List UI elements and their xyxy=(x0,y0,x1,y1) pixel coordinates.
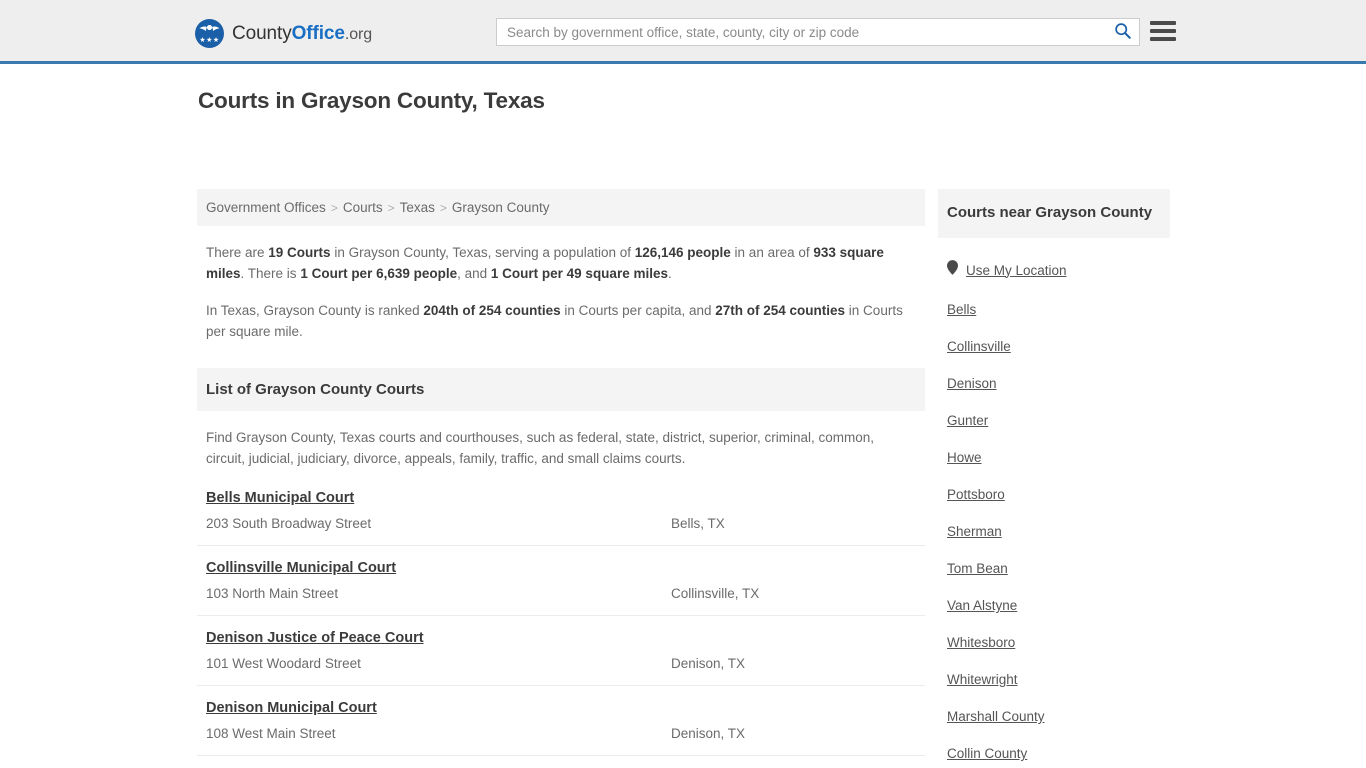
court-list-item: Grayson County Court100 West Houston Str… xyxy=(197,756,925,768)
court-city: Denison, TX xyxy=(671,656,746,671)
intro-paragraph-2: In Texas, Grayson County is ranked 204th… xyxy=(206,303,903,339)
sidebar-item-tom-bean[interactable]: Tom Bean xyxy=(947,539,1161,576)
main-content-column: Government Offices > Courts > Texas > Grayson … xyxy=(197,189,925,768)
sidebar-link-label: Van Alstyne xyxy=(947,598,1018,613)
sidebar-link-label: Gunter xyxy=(947,413,989,428)
stars-icon: ★★★ xyxy=(199,37,220,44)
sidebar-link-label: Bells xyxy=(947,302,977,317)
sidebar-item-collin-county[interactable]: Collin County xyxy=(947,724,1161,761)
sidebar-item-marshall-county[interactable]: Marshall County xyxy=(947,687,1161,724)
sidebar-link-label: Whitesboro xyxy=(947,635,1016,650)
sidebar-item-whitewright[interactable]: Whitewright xyxy=(947,650,1161,687)
site-header: ★★★ CountyOffice.org xyxy=(0,0,1366,64)
court-city: Collinsville, TX xyxy=(671,586,760,601)
map-pin-icon xyxy=(947,260,958,280)
logo-org: .org xyxy=(344,25,373,43)
sidebar-link-label: Collinsville xyxy=(947,339,1011,354)
court-meta: 101 West Woodard Street Denison, TX xyxy=(206,654,916,673)
sidebar-link-label: Denison xyxy=(947,376,997,391)
breadcrumb-item-grayson-county[interactable]: Grayson County xyxy=(452,200,550,215)
court-list-item: Denison Municipal Court 108 West Main Str… xyxy=(197,686,925,756)
court-address: 203 South Broadway Street xyxy=(206,516,372,531)
list-section-description: Find Grayson County, Texas courts and co… xyxy=(206,430,875,466)
page-title: Courts in Grayson County, Texas xyxy=(198,88,545,113)
court-name-link[interactable]: Collinsville Municipal Court xyxy=(206,560,396,576)
breadcrumb-separator: > xyxy=(439,201,447,215)
breadcrumb: Government Offices > Courts > Texas > Grayson … xyxy=(197,189,925,226)
sidebar-item-gunter[interactable]: Gunter xyxy=(947,391,1161,428)
sidebar-link-label: Pottsboro xyxy=(947,487,1005,502)
sidebar-links: Use My Location Bells Collinsville Denison… xyxy=(938,238,1170,768)
logo-office: Office xyxy=(291,22,345,44)
court-city: Bells, TX xyxy=(671,516,725,531)
breadcrumb-item-texas[interactable]: Texas xyxy=(400,200,435,215)
sidebar-item-pottsboro[interactable]: Pottsboro xyxy=(947,465,1161,502)
list-section-heading: List of Grayson County Courts xyxy=(197,368,925,411)
hamburger-menu-icon[interactable] xyxy=(1150,18,1176,44)
breadcrumb-separator: > xyxy=(330,201,338,215)
court-address: 103 North Main Street xyxy=(206,586,339,601)
sidebar-item-bells[interactable]: Bells xyxy=(947,280,1161,317)
court-list: Bells Municipal Court 203 South Broadway … xyxy=(197,489,925,768)
logo-wordmark: CountyOffice.org xyxy=(232,23,372,45)
eagle-seal-icon: ★★★ xyxy=(195,19,224,48)
menu-bar-1 xyxy=(1150,21,1176,25)
menu-bar-3 xyxy=(1150,37,1176,41)
sidebar-link-label: Whitewright xyxy=(947,672,1018,687)
court-city: Denison, TX xyxy=(671,726,746,741)
sidebar-link-label: Howe xyxy=(947,450,982,465)
intro-stats: There are 19 Courts in Grayson County, T… xyxy=(197,242,925,342)
sidebar-link-label: Collin County xyxy=(947,746,1028,761)
use-my-location-label: Use My Location xyxy=(966,262,1067,278)
court-meta: 108 West Main Street Denison, TX xyxy=(206,724,916,743)
breadcrumb-item-government-offices[interactable]: Government Offices xyxy=(206,200,326,215)
court-list-item: Bells Municipal Court 203 South Broadway … xyxy=(197,489,925,546)
sidebar-item-sherman[interactable]: Sherman xyxy=(947,502,1161,539)
logo-county: County xyxy=(232,22,292,44)
court-list-item: Collinsville Municipal Court 103 North Ma… xyxy=(197,546,925,616)
breadcrumb-separator: > xyxy=(387,201,395,215)
sidebar-item-use-my-location[interactable]: Use My Location xyxy=(947,238,1161,280)
court-address: 108 West Main Street xyxy=(206,726,336,741)
sidebar-heading: Courts near Grayson County xyxy=(938,189,1170,238)
court-name-link[interactable]: Denison Justice of Peace Court xyxy=(206,630,424,646)
intro-paragraph-1: There are 19 Courts in Grayson County, T… xyxy=(206,245,884,281)
sidebar: Courts near Grayson County Use My Locati… xyxy=(938,189,1170,768)
court-name-link[interactable]: Denison Municipal Court xyxy=(206,700,377,716)
court-name-link[interactable]: Bells Municipal Court xyxy=(206,490,354,506)
court-list-item: Denison Justice of Peace Court 101 West W… xyxy=(197,616,925,686)
sidebar-item-denison[interactable]: Denison xyxy=(947,354,1161,391)
sidebar-link-label: Sherman xyxy=(947,524,1002,539)
sidebar-item-van-alstyne[interactable]: Van Alstyne xyxy=(947,576,1161,613)
search-button[interactable] xyxy=(1105,19,1139,45)
court-meta: 203 South Broadway Street Bells, TX xyxy=(206,514,916,533)
search-icon xyxy=(1114,22,1131,42)
sidebar-item-collinsville[interactable]: Collinsville xyxy=(947,317,1161,354)
court-meta: 103 North Main Street Collinsville, TX xyxy=(206,584,916,603)
sidebar-item-whitesboro[interactable]: Whitesboro xyxy=(947,613,1161,650)
breadcrumb-item-courts[interactable]: Courts xyxy=(343,200,383,215)
search-input[interactable] xyxy=(497,19,1105,45)
menu-bar-2 xyxy=(1150,29,1176,33)
sidebar-item-cooke-county[interactable]: Cooke County xyxy=(947,761,1161,768)
search-bar xyxy=(496,18,1140,46)
site-logo[interactable]: ★★★ CountyOffice.org xyxy=(195,19,372,48)
sidebar-link-label: Marshall County xyxy=(947,709,1045,724)
court-address: 101 West Woodard Street xyxy=(206,656,361,671)
sidebar-item-howe[interactable]: Howe xyxy=(947,428,1161,465)
sidebar-link-label: Tom Bean xyxy=(947,561,1008,576)
